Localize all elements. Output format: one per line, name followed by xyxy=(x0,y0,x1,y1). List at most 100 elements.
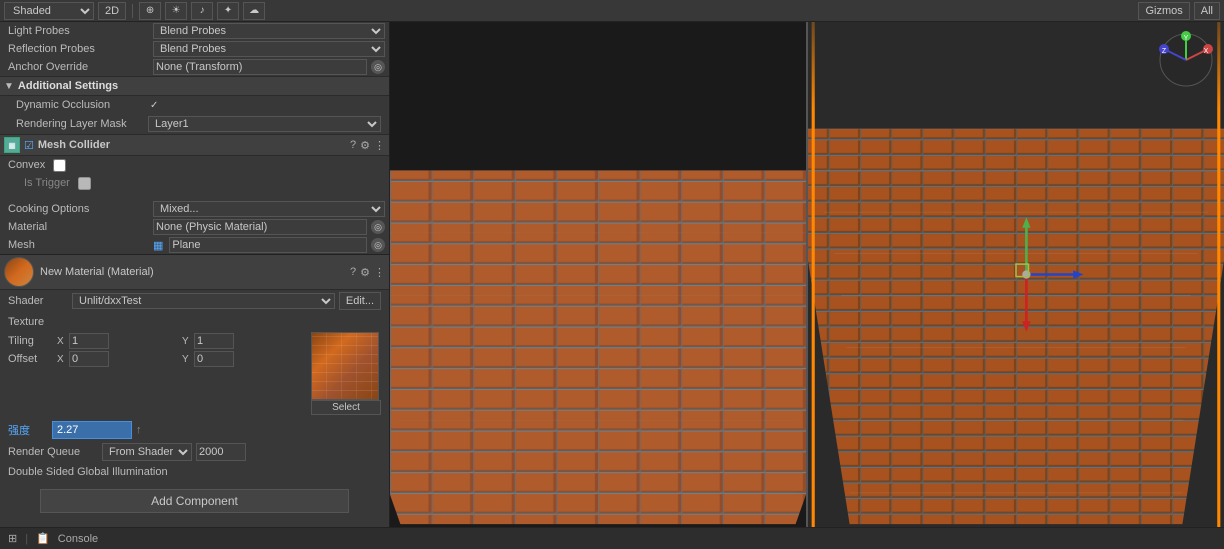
brick-pattern-right xyxy=(808,22,1224,527)
hidden-icon-btn[interactable]: ☁ xyxy=(243,2,265,20)
reflection-probes-label: Reflection Probes xyxy=(8,43,153,55)
texture-section: Texture Tiling X Y xyxy=(0,312,389,419)
new-material-title: New Material (Material) xyxy=(40,266,350,278)
svg-text:X: X xyxy=(1204,48,1209,55)
texture-label: Texture xyxy=(8,316,381,328)
mesh-grid-icon: ▦ xyxy=(153,239,163,252)
cooking-options-value: Mixed... xyxy=(153,201,385,217)
texture-thumb-wrap: Select xyxy=(311,332,381,415)
is-trigger-row: Is Trigger xyxy=(0,174,389,192)
gizmo-widget[interactable]: X Y Z xyxy=(1156,30,1216,93)
2d-toggle[interactable]: 2D xyxy=(98,2,126,20)
cooking-options-label: Cooking Options xyxy=(8,203,153,215)
mesh-collider-settings-icon[interactable]: ⚙ xyxy=(360,139,370,152)
viewport-right[interactable]: X Y Z xyxy=(808,22,1224,527)
console-label[interactable]: Console xyxy=(58,533,98,545)
dynamic-occlusion-check[interactable]: ✓ xyxy=(150,100,158,111)
reflection-probes-dropdown[interactable]: Blend Probes xyxy=(153,41,385,57)
mesh-row: Mesh ▦ ◎ xyxy=(0,236,389,254)
render-queue-value-input[interactable] xyxy=(196,443,246,461)
bottom-icon-1[interactable]: ⊞ xyxy=(8,532,17,545)
light-icon-btn[interactable]: ☀ xyxy=(165,2,187,20)
offset-y-label: Y xyxy=(182,354,192,365)
render-queue-label: Render Queue xyxy=(8,446,98,458)
strength-label: 强度 xyxy=(8,422,48,438)
offset-label: Offset xyxy=(8,353,53,365)
reflection-probes-value: Blend Probes xyxy=(153,41,385,57)
offset-x-coord: X xyxy=(57,351,178,367)
gizmos-btn[interactable]: Gizmos xyxy=(1138,2,1189,20)
tiling-label: Tiling xyxy=(8,335,53,347)
left-panel: Light Probes Blend Probes Reflection Pro… xyxy=(0,22,390,527)
mesh-collider-checkbox[interactable]: ☑ xyxy=(24,139,34,152)
effects-icon-btn[interactable]: ✦ xyxy=(217,2,239,20)
convex-checkbox[interactable] xyxy=(53,159,66,172)
tiling-y-input[interactable] xyxy=(194,333,234,349)
anchor-override-value: ◎ xyxy=(153,59,385,75)
strength-input[interactable] xyxy=(52,421,132,439)
additional-settings-header[interactable]: ▼ Additional Settings xyxy=(0,76,389,96)
mesh-collider-header[interactable]: ▦ ☑ Mesh Collider ? ⚙ ⋮ xyxy=(0,134,389,156)
viewport-left[interactable] xyxy=(390,22,808,527)
material-input[interactable] xyxy=(153,219,367,235)
is-trigger-checkbox[interactable] xyxy=(78,177,91,190)
mesh-collider-more-icon[interactable]: ⋮ xyxy=(374,139,385,152)
edit-shader-btn[interactable]: Edit... xyxy=(339,292,381,310)
nm-help-icon[interactable]: ? xyxy=(350,266,356,278)
texture-select-btn[interactable]: Select xyxy=(311,400,381,415)
offset-x-label: X xyxy=(57,354,67,365)
tiling-x-input[interactable] xyxy=(69,333,109,349)
texture-props: Tiling X Y Offset xyxy=(8,332,303,368)
scene-icon-btn[interactable]: ⊕ xyxy=(139,2,161,20)
dynamic-occlusion-label: Dynamic Occlusion xyxy=(16,99,146,111)
offset-x-input[interactable] xyxy=(69,351,109,367)
mesh-pick-btn[interactable]: ◎ xyxy=(371,238,385,252)
gizmo-svg: X Y Z xyxy=(1156,30,1216,90)
cooking-options-row: Cooking Options Mixed... xyxy=(0,200,389,218)
audio-icon-btn[interactable]: ♪ xyxy=(191,2,213,20)
reflection-probes-row: Reflection Probes Blend Probes xyxy=(0,40,389,58)
new-material-header[interactable]: New Material (Material) ? ⚙ ⋮ xyxy=(0,255,389,290)
rendering-layer-label: Rendering Layer Mask xyxy=(16,118,144,130)
top-bar: Shaded 2D ⊕ ☀ ♪ ✦ ☁ Gizmos All xyxy=(0,0,1224,22)
spacer-1 xyxy=(0,192,389,200)
mesh-collider-help-icon[interactable]: ? xyxy=(350,139,356,151)
tiling-row: Tiling X Y xyxy=(8,332,303,350)
viewport-area: X Y Z xyxy=(390,22,1224,527)
texture-row: Tiling X Y Offset xyxy=(8,332,381,415)
is-trigger-label: Is Trigger xyxy=(24,177,70,189)
all-btn[interactable]: All xyxy=(1194,2,1220,20)
material-label: Material xyxy=(8,221,153,233)
cooking-options-dropdown[interactable]: Mixed... xyxy=(153,201,385,217)
material-pick-btn[interactable]: ◎ xyxy=(371,220,385,234)
light-probes-dropdown[interactable]: Blend Probes xyxy=(153,23,385,39)
console-icon: 📋 xyxy=(36,532,50,545)
offset-row: Offset X Y xyxy=(8,350,303,368)
mesh-label: Mesh xyxy=(8,239,153,251)
add-component-btn[interactable]: Add Component xyxy=(40,489,349,513)
texture-thumbnail[interactable] xyxy=(311,332,379,400)
nm-more-icon[interactable]: ⋮ xyxy=(374,266,385,279)
anchor-override-label: Anchor Override xyxy=(8,61,153,73)
additional-settings-title: Additional Settings xyxy=(18,80,385,92)
mesh-input[interactable] xyxy=(169,237,367,253)
new-material-section: New Material (Material) ? ⚙ ⋮ Shader Unl… xyxy=(0,254,389,481)
convex-row: Convex xyxy=(0,156,389,174)
shader-dropdown[interactable]: Unlit/dxxTest xyxy=(72,293,335,309)
bottom-bar: ⊞ | 📋 Console xyxy=(0,527,1224,549)
rendering-layer-dropdown[interactable]: Layer1 xyxy=(148,116,381,132)
additional-settings-arrow: ▼ xyxy=(4,81,14,92)
offset-y-input[interactable] xyxy=(194,351,234,367)
render-queue-dropdown[interactable]: From Shader xyxy=(102,443,192,461)
tiling-y-coord: Y xyxy=(182,333,303,349)
anchor-override-input[interactable] xyxy=(153,59,367,75)
tiling-x-coord: X xyxy=(57,333,178,349)
anchor-override-pick-btn[interactable]: ◎ xyxy=(371,60,385,74)
brick-pattern-left xyxy=(390,22,806,527)
mesh-collider-icon: ▦ xyxy=(4,137,20,153)
tiling-x-label: X xyxy=(57,336,67,347)
nm-settings-icon[interactable]: ⚙ xyxy=(360,266,370,279)
anchor-override-row: Anchor Override ◎ xyxy=(0,58,389,76)
separator xyxy=(132,4,133,18)
shading-mode-dropdown[interactable]: Shaded xyxy=(4,2,94,20)
